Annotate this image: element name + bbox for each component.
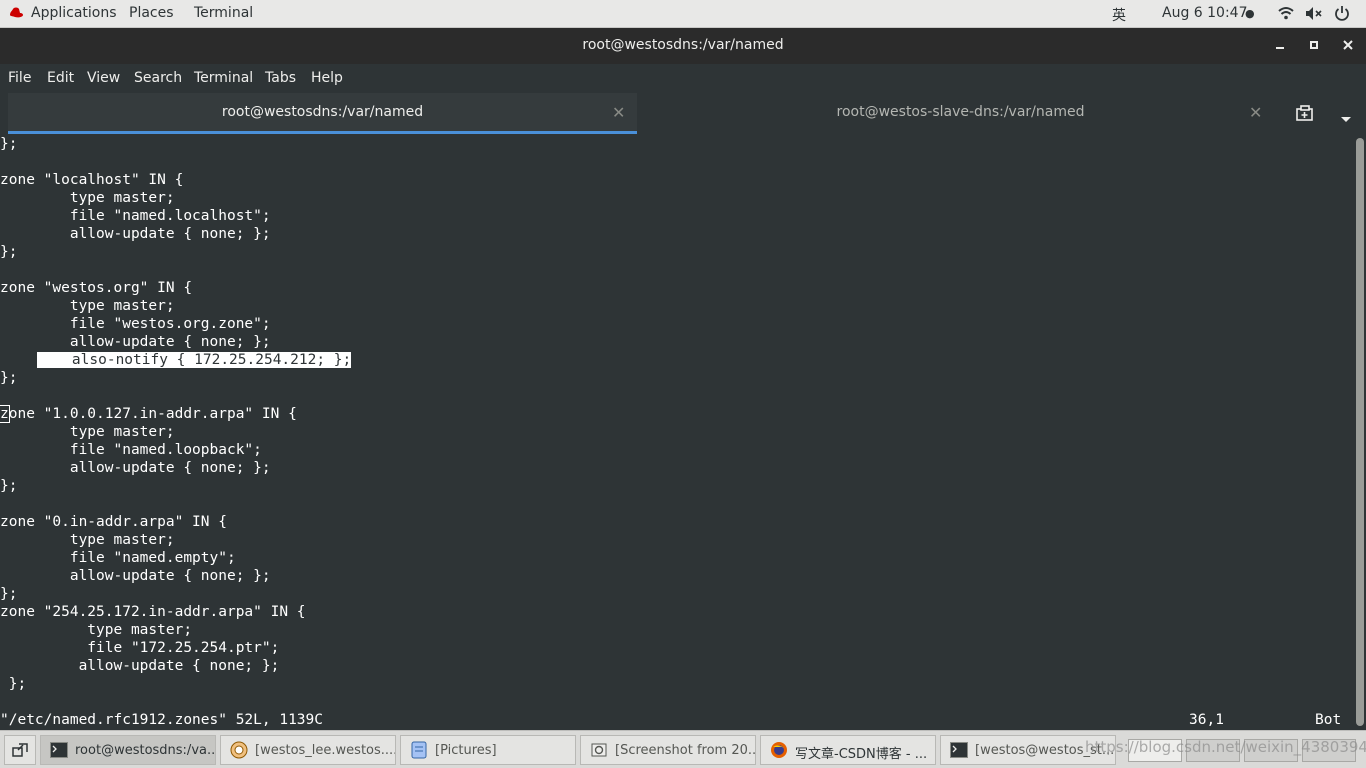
gnome-top-bar: Applications Places Terminal 英 Aug 6 10:… [0, 0, 1366, 28]
editor-line: allow-update { none; }; [0, 226, 271, 242]
taskbar-item-image-viewer[interactable]: [westos_lee.westos.... [220, 735, 396, 765]
editor-line: file "named.loopback"; [0, 442, 262, 458]
taskbar-item-label: root@westosdns:/va... [75, 743, 216, 758]
maximize-button[interactable] [1302, 34, 1326, 58]
redhat-logo-icon[interactable] [8, 6, 24, 24]
volume-icon[interactable] [1305, 6, 1323, 25]
tab-list-chevron-down-icon[interactable] [1340, 109, 1352, 128]
taskbar-item-terminal-westosdns[interactable]: root@westosdns:/va... [40, 735, 216, 765]
taskbar-item-label: [westos_lee.westos.... [255, 743, 396, 758]
terminal-app-menu[interactable]: Terminal [194, 5, 253, 21]
editor-line: file "named.empty"; [0, 550, 236, 566]
csdn-watermark: https://blog.csdn.net/weixin_43803940 [1085, 738, 1366, 756]
editor-line-cursor: zone "1.0.0.127.in-addr.arpa" IN { [0, 405, 297, 423]
editor-line: allow-update { none; }; [0, 568, 271, 584]
terminal-icon [49, 741, 69, 759]
file-manager-icon [409, 741, 429, 759]
tab-close-icon[interactable]: ✕ [1249, 103, 1262, 122]
vim-status-position: 36,1 [1189, 712, 1224, 728]
editor-line: }; [0, 478, 18, 494]
menu-bar: File Edit View Search Terminal Tabs Help [0, 64, 1366, 93]
editor-line: }; [0, 370, 18, 386]
clock[interactable]: Aug 6 10:47 [1162, 5, 1248, 21]
terminal-icon [949, 741, 969, 759]
tab-label: root@westosdns:/var/named [221, 104, 424, 120]
menu-edit[interactable]: Edit [47, 70, 74, 86]
terminal-scrollbar[interactable] [1354, 134, 1366, 730]
menu-tabs[interactable]: Tabs [265, 70, 296, 86]
editor-line: }; [0, 586, 18, 602]
vim-status-file: "/etc/named.rfc1912.zones" 52L, 1139C [0, 712, 324, 728]
editor-line: type master; [0, 424, 175, 440]
minimize-button[interactable] [1268, 34, 1292, 58]
tab-bar: root@westosdns:/var/named ✕ root@westos-… [0, 93, 1366, 134]
editor-line: type master; [0, 298, 175, 314]
image-viewer-icon [229, 741, 249, 759]
firefox-icon [769, 741, 789, 759]
editor-line: allow-update { none; }; [0, 658, 280, 674]
editor-line: type master; [0, 532, 175, 548]
editor-line: zone "localhost" IN { [0, 172, 184, 188]
tab-westos-slave-dns[interactable]: root@westos-slave-dns:/var/named ✕ [637, 93, 1284, 134]
taskbar-item-label: [Pictures] [435, 743, 497, 758]
tab-close-icon[interactable]: ✕ [612, 103, 625, 122]
input-method-indicator[interactable]: 英 [1112, 5, 1126, 25]
menu-terminal[interactable]: Terminal [194, 70, 253, 86]
show-desktop-icon [10, 741, 30, 759]
editor-line-rest: one "1.0.0.127.in-addr.arpa" IN { [8, 406, 297, 422]
taskbar-item-pictures[interactable]: [Pictures] [400, 735, 576, 765]
close-window-button[interactable] [1336, 34, 1360, 58]
menu-help[interactable]: Help [311, 70, 343, 86]
editor-line: }; [0, 244, 18, 260]
taskbar-item-label: [Screenshot from 20... [615, 743, 756, 758]
show-desktop-button[interactable] [4, 735, 36, 765]
notification-dot: ● [1245, 7, 1255, 20]
taskbar-item-firefox[interactable]: 写文章-CSDN博客 - ... [760, 735, 936, 765]
editor-line: zone "westos.org" IN { [0, 280, 193, 296]
tab-label: root@westos-slave-dns:/var/named [836, 104, 1085, 120]
menu-search[interactable]: Search [134, 70, 182, 86]
editor-line: zone "254.25.172.in-addr.arpa" IN { [0, 604, 306, 620]
taskbar-item-screenshot[interactable]: [Screenshot from 20... [580, 735, 756, 765]
editor-line: allow-update { none; }; [0, 460, 271, 476]
editor-line: file "westos.org.zone"; [0, 316, 271, 332]
editor-line: file "172.25.254.ptr"; [0, 640, 280, 656]
text-cursor: z [0, 405, 10, 423]
window-title: root@westosdns:/var/named [582, 37, 784, 53]
editor-line: }; [0, 136, 18, 152]
power-icon[interactable] [1334, 5, 1350, 25]
menu-view[interactable]: View [87, 70, 120, 86]
scrollbar-thumb[interactable] [1356, 138, 1364, 726]
editor-line: }; [0, 676, 27, 692]
editor-line: zone "0.in-addr.arpa" IN { [0, 514, 227, 530]
editor-line: type master; [0, 622, 193, 638]
editor-line: allow-update { none; }; [0, 334, 271, 350]
window-titlebar: root@westosdns:/var/named [0, 28, 1366, 64]
places-menu[interactable]: Places [129, 5, 174, 21]
vim-status-scroll: Bot [1315, 712, 1342, 728]
editor-line: file "named.localhost"; [0, 208, 271, 224]
applications-menu[interactable]: Applications [31, 5, 117, 21]
taskbar-item-label: 写文章-CSDN博客 - ... [795, 747, 928, 762]
screenshot-icon [589, 741, 609, 759]
editor-line: type master; [0, 190, 175, 206]
wifi-icon[interactable] [1278, 6, 1294, 24]
terminal-view[interactable]: }; zone "localhost" IN { type master; fi… [0, 134, 1354, 730]
tab-westosdns[interactable]: root@westosdns:/var/named ✕ [8, 93, 637, 134]
visual-selection: also-notify { 172.25.254.212; }; [37, 352, 352, 368]
editor-line-selected: also-notify { 172.25.254.212; }; [0, 351, 352, 369]
menu-file[interactable]: File [8, 70, 31, 86]
new-tab-icon[interactable] [1296, 105, 1314, 125]
